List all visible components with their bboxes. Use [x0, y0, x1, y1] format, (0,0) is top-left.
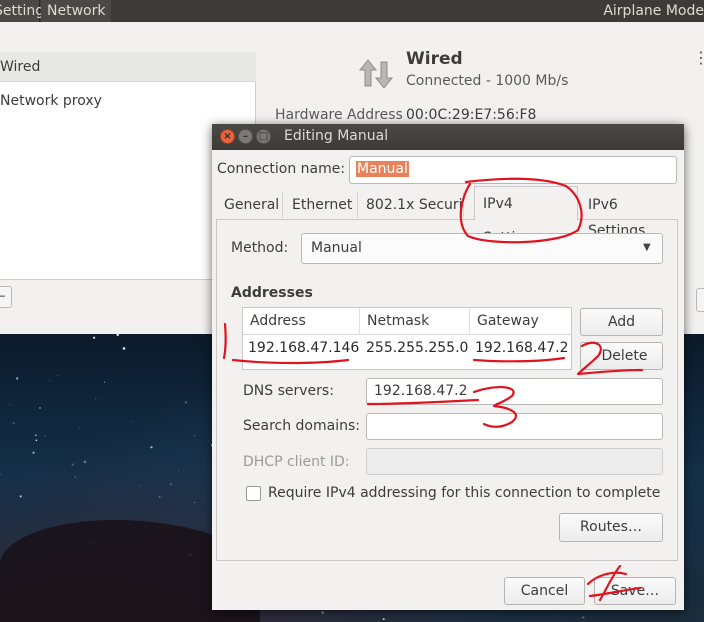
- search-domains-input[interactable]: [366, 413, 663, 440]
- tab-ipv4-settings[interactable]: IPv4 Settings: [474, 186, 578, 246]
- sidebar-item-wired[interactable]: Wired: [0, 52, 256, 82]
- dropdown-arrow-icon: ▼: [643, 242, 651, 253]
- delete-address-button[interactable]: Delete: [580, 342, 663, 370]
- star: [103, 381, 106, 383]
- hardware-address-label: Hardware Address: [275, 107, 403, 123]
- addresses-heading: Addresses: [231, 285, 313, 301]
- star: [16, 377, 19, 380]
- connection-name-label: Connection name:: [217, 161, 346, 177]
- star: [9, 404, 10, 406]
- star: [94, 397, 97, 400]
- method-dropdown[interactable]: Manual: [301, 233, 663, 264]
- tab-8021x-security[interactable]: 802.1x Security: [358, 192, 464, 218]
- star: [92, 336, 96, 339]
- star: [158, 495, 161, 498]
- maximize-icon[interactable]: □: [256, 129, 271, 144]
- remove-connection-button[interactable]: −: [0, 286, 12, 308]
- save-button[interactable]: Save…: [594, 577, 676, 605]
- dialog-title: Editing Manual: [284, 128, 389, 144]
- star: [130, 421, 132, 422]
- connection-name-input[interactable]: Manual: [349, 156, 677, 184]
- star: [321, 611, 324, 614]
- tab-ipv6-settings[interactable]: IPv6 Settings: [580, 192, 674, 239]
- require-ipv4-label[interactable]: Require IPv4 addressing for this connect…: [268, 485, 660, 501]
- star: [35, 439, 38, 442]
- dhcp-client-id-label: DHCP client ID:: [243, 454, 350, 470]
- star: [140, 485, 142, 487]
- star: [44, 435, 46, 437]
- star: [194, 502, 196, 504]
- connection-name-value: Manual: [356, 161, 409, 177]
- options-button[interactable]: [696, 288, 704, 312]
- star: [122, 347, 126, 350]
- star: [35, 434, 37, 436]
- star: [39, 407, 41, 409]
- star: [71, 463, 74, 466]
- column-header-netmask: Netmask: [360, 308, 470, 335]
- dialog-titlebar[interactable]: [212, 124, 684, 150]
- minimize-icon[interactable]: –: [238, 129, 253, 144]
- dhcp-client-id-input: [366, 448, 663, 475]
- star: [193, 434, 196, 437]
- star: [83, 460, 87, 464]
- method-label: Method:: [231, 240, 289, 256]
- connection-status: Connected - 1000 Mb/s: [406, 73, 569, 89]
- star: [32, 451, 35, 454]
- tab-general[interactable]: General: [216, 192, 283, 218]
- tab-ethernet[interactable]: Ethernet: [284, 192, 358, 218]
- add-address-button[interactable]: Add: [580, 308, 663, 336]
- hardware-address-value: 00:0C:29:E7:56:F8: [406, 107, 537, 123]
- require-ipv4-checkbox[interactable]: [246, 486, 261, 501]
- cell-netmask[interactable]: 255.255.255.0: [366, 340, 468, 356]
- column-header-gateway: Gateway: [470, 308, 571, 335]
- star: [150, 446, 153, 449]
- star: [169, 483, 172, 486]
- dns-servers-label: DNS servers:: [243, 383, 334, 399]
- sidebar-item-network-proxy[interactable]: Network proxy: [0, 88, 256, 114]
- star: [0, 473, 1, 476]
- star: [78, 428, 80, 429]
- search-domains-label: Search domains:: [243, 418, 360, 434]
- dns-servers-input[interactable]: 192.168.47.2: [366, 378, 663, 405]
- routes-button[interactable]: Routes…: [559, 513, 663, 542]
- airplane-mode-label: Airplane Mode: [603, 3, 704, 19]
- star: [74, 476, 77, 478]
- connection-title: Wired: [406, 49, 463, 69]
- settings-menu-button[interactable]: Settings: [0, 0, 51, 22]
- close-icon[interactable]: ×: [220, 129, 235, 144]
- star: [19, 495, 22, 498]
- network-transfer-icon: [358, 59, 394, 89]
- cancel-button[interactable]: Cancel: [504, 577, 585, 605]
- star: [57, 374, 58, 376]
- cell-gateway[interactable]: 192.168.47.2: [475, 340, 569, 356]
- network-menu-button[interactable]: Network: [41, 0, 111, 22]
- column-header-address: Address: [243, 308, 360, 335]
- star: [12, 422, 15, 425]
- star: [178, 470, 179, 471]
- star: [116, 334, 119, 337]
- more-options-icon[interactable]: ⋮: [693, 48, 704, 67]
- star: [49, 380, 50, 381]
- star: [184, 401, 188, 404]
- cell-address[interactable]: 192.168.47.146: [248, 340, 359, 356]
- star: [118, 344, 120, 346]
- star: [582, 616, 585, 619]
- star: [382, 618, 385, 621]
